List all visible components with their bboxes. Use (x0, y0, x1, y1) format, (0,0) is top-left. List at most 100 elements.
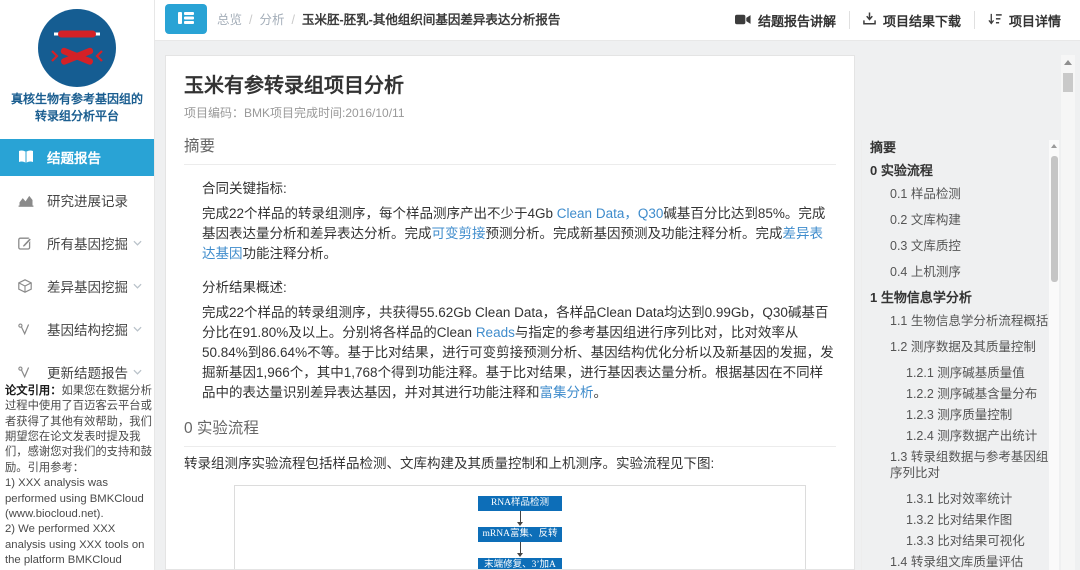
topbar-actions: 结题报告讲解 项目结果下载 项目详情 (722, 0, 1074, 40)
project-details-button-label: 项目详情 (1009, 11, 1061, 30)
breadcrumb: 总览 / 分析 / 玉米胚-胚乳-其他组织间基因差异表达分析报告 (217, 0, 560, 40)
toc-item-7[interactable]: 1.1 生物信息学分析流程概括 (890, 313, 1052, 329)
table-of-contents: 摘要 0 实验流程 0.1 样品检测 0.2 文库构建 0.3 文库质控 0.4 上机测序… (861, 140, 1052, 570)
download-results-button[interactable]: 项目结果下载 (850, 11, 974, 30)
sidebar-menu: 结题报告研究进展记录所有基因挖掘差异基因挖掘基因结构挖掘更新结题报告 (0, 139, 154, 391)
toc-item-12[interactable]: 1.2.4 测序数据产出统计 (906, 428, 1052, 444)
topbar: 总览 / 分析 / 玉米胚-胚乳-其他组织间基因差异表达分析报告 结题报告讲解 项目结果下… (155, 0, 1080, 41)
toc-item-2[interactable]: 0.1 样品检测 (890, 186, 1052, 202)
sidebar-item-final-report[interactable]: 结题报告 (0, 139, 154, 176)
flow-down-arrow-icon (516, 542, 524, 558)
report-card: 玉米有参转录组项目分析 项目编码：BMK项目完成时间:2016/10/11 摘要… (165, 55, 855, 570)
flow-down-arrow-icon (516, 511, 524, 527)
overview-paragraph: 完成22个样品的转录组测序，共获得55.62Gb Clean Data，各样品C… (202, 303, 836, 403)
toc-scrollbar[interactable] (1049, 140, 1059, 570)
platform-name: 真核生物有参考基因组的 转录组分析平台 (0, 91, 154, 126)
breadcrumb-separator: / (249, 13, 252, 27)
contract-paragraph-text-0: 完成22个样品的转录组测序，每个样品测序产出不少于4Gb (202, 206, 557, 221)
app-root: 真核生物有参考基因组的 转录组分析平台 结题报告研究进展记录所有基因挖掘差异基因… (0, 0, 1080, 570)
toc-item-1[interactable]: 0 实验流程 (870, 163, 1052, 179)
toc-item-13[interactable]: 1.3 转录组数据与参考基因组序列比对 (890, 449, 1052, 481)
overview-paragraph-link-3[interactable]: 富集分析 (540, 385, 594, 400)
section-0-heading: 0 实验流程 (184, 416, 836, 447)
cube-icon (18, 279, 35, 293)
sidebar-item-diff-genes[interactable]: 差异基因挖掘 (0, 268, 154, 305)
sidebar-item-progress-log[interactable]: 研究进展记录 (0, 182, 154, 219)
analysis-overview-label: 分析结果概述: (202, 276, 836, 296)
sidebar-item-gene-structure[interactable]: 基因结构挖掘 (0, 311, 154, 348)
breadcrumb-current: 玉米胚-胚乳-其他组织间基因差异表达分析报告 (302, 13, 560, 27)
flow-step-0: RNA样品检测 (478, 496, 562, 511)
toc-item-15[interactable]: 1.3.2 比对结果作图 (906, 512, 1052, 528)
sort-icon (988, 13, 1002, 28)
toc-item-17[interactable]: 1.4 转录组文库质量评估 (890, 554, 1052, 570)
toc-item-6[interactable]: 1 生物信息学分析 (870, 290, 1052, 306)
sidebar-item-final-report-label: 结题报告 (47, 147, 101, 167)
explain-report-button[interactable]: 结题报告讲解 (722, 11, 849, 30)
project-details-button[interactable]: 项目详情 (975, 11, 1074, 30)
toc-item-5[interactable]: 0.4 上机测序 (890, 264, 1052, 280)
sidebar-item-progress-log-label: 研究进展记录 (47, 190, 128, 210)
toc-item-3[interactable]: 0.2 文库构建 (890, 212, 1052, 228)
flow-step-1: mRNA富集、反转录 (478, 527, 562, 542)
window-scrollbar[interactable] (1061, 55, 1075, 570)
download-icon (863, 12, 876, 28)
experiment-flowchart: RNA样品检测mRNA富集、反转录末端修复、3’加A连接接头PCR富集 (234, 485, 806, 570)
sidebar-toggle-button[interactable] (165, 4, 207, 34)
sidebar: 真核生物有参考基因组的 转录组分析平台 结题报告研究进展记录所有基因挖掘差异基因… (0, 0, 155, 570)
section-0-paragraph: 转录组测序实验流程包括样品检测、文库构建及其质量控制和上机测序。实验流程见下图: (184, 454, 836, 474)
branch-icon (18, 366, 35, 379)
download-results-button-label: 项目结果下载 (883, 11, 961, 30)
video-icon (735, 13, 751, 28)
contract-paragraph-link-3[interactable]: 可变剪接 (432, 226, 486, 241)
book-icon (18, 150, 35, 164)
platform-logo-icon (38, 9, 116, 87)
toc-scroll-up-arrow-icon[interactable] (1051, 144, 1057, 148)
contract-paragraph-text-6: 功能注释分析。 (243, 246, 338, 261)
toc-item-10[interactable]: 1.2.2 测序碱基含量分布 (906, 386, 1052, 402)
contract-indicators-label: 合同关键指标: (202, 177, 836, 197)
breadcrumb-analysis[interactable]: 分析 (260, 13, 285, 27)
chevron-down-icon (133, 240, 142, 246)
explain-report-button-label: 结题报告讲解 (758, 11, 836, 30)
overview-paragraph-text-4: 。 (594, 385, 608, 400)
toc-item-4[interactable]: 0.3 文库质控 (890, 238, 1052, 254)
branch-icon (18, 323, 35, 336)
citation-ref-2: 2) We performed XXX analysis using XXX t… (5, 522, 152, 570)
window-scrollbar-thumb[interactable] (1063, 73, 1073, 92)
abstract-heading: 摘要 (184, 134, 836, 165)
citation-ref-1: 1) XXX analysis was performed using BMKC… (5, 476, 152, 522)
toc-item-8[interactable]: 1.2 测序数据及其质量控制 (890, 339, 1052, 355)
page-title: 玉米有参转录组项目分析 (184, 69, 836, 98)
chevron-down-icon (133, 369, 142, 375)
overview-paragraph-link-1[interactable]: Reads (476, 325, 515, 340)
contract-paragraph-text-4: 预测分析。完成新基因预测及功能注释分析。完成 (486, 226, 783, 241)
contract-paragraph-link-1[interactable]: Clean Data，Q30 (557, 206, 664, 221)
sidebar-item-update-report-label: 更新结题报告 (47, 362, 128, 382)
breadcrumb-separator: / (292, 13, 295, 27)
toc-item-9[interactable]: 1.2.1 测序碱基质量值 (906, 365, 1052, 381)
toc-scrollbar-thumb[interactable] (1051, 156, 1058, 282)
platform-name-line2: 转录组分析平台 (0, 108, 154, 125)
breadcrumb-overview[interactable]: 总览 (217, 13, 242, 27)
chevron-down-icon (133, 326, 142, 332)
platform-name-line1: 真核生物有参考基因组的 (0, 91, 154, 108)
scroll-up-arrow-icon[interactable] (1064, 60, 1072, 65)
citation-label: 论文引用： (5, 385, 62, 397)
toc-item-11[interactable]: 1.2.3 测序质量控制 (906, 407, 1052, 423)
menu-toggle-icon (178, 12, 194, 27)
sidebar-item-all-genes[interactable]: 所有基因挖掘 (0, 225, 154, 262)
citation-note: 论文引用：如果您在数据分析过程中使用了百迈客云平台或者获得了其他有效帮助，我们期… (5, 384, 152, 570)
sidebar-item-all-genes-label: 所有基因挖掘 (47, 233, 128, 253)
toc-item-0[interactable]: 摘要 (870, 140, 1052, 156)
abstract-body: 合同关键指标: 完成22个样品的转录组测序，每个样品测序产出不少于4Gb Cle… (202, 177, 836, 403)
project-meta: 项目编码：BMK项目完成时间:2016/10/11 (184, 104, 836, 121)
sidebar-item-diff-genes-label: 差异基因挖掘 (47, 276, 128, 296)
toc-item-14[interactable]: 1.3.1 比对效率统计 (906, 491, 1052, 507)
contract-paragraph: 完成22个样品的转录组测序，每个样品测序产出不少于4Gb Clean Data，… (202, 204, 836, 264)
platform-logo: 真核生物有参考基因组的 转录组分析平台 (0, 0, 154, 126)
toc-item-16[interactable]: 1.3.3 比对结果可视化 (906, 533, 1052, 549)
sidebar-item-gene-structure-label: 基因结构挖掘 (47, 319, 128, 339)
flow-step-2: 末端修复、3’加A (478, 558, 562, 570)
chart-icon (18, 194, 35, 207)
